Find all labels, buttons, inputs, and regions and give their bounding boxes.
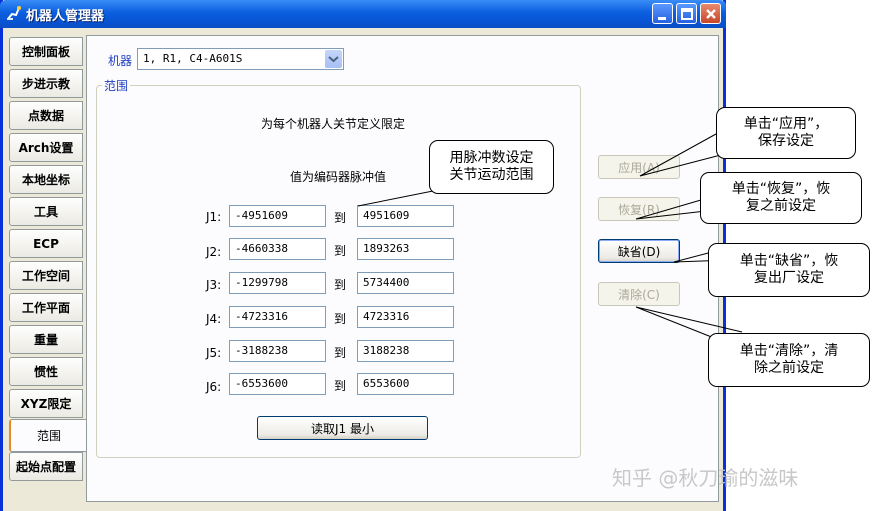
callout-pulse: 用脉冲数设定 关节运动范围 [429,140,554,194]
watermark: 知乎 @秋刀瑜的滋味 [612,466,799,490]
callout-default: 单击“缺省”，恢 复出厂设定 [708,243,870,297]
callout-apply: 单击“应用”， 保存设定 [716,107,856,159]
callout-restore: 单击“恢复”，恢 复之前设定 [700,172,862,224]
callout-clear: 单击“清除”，清 除之前设定 [708,333,870,387]
